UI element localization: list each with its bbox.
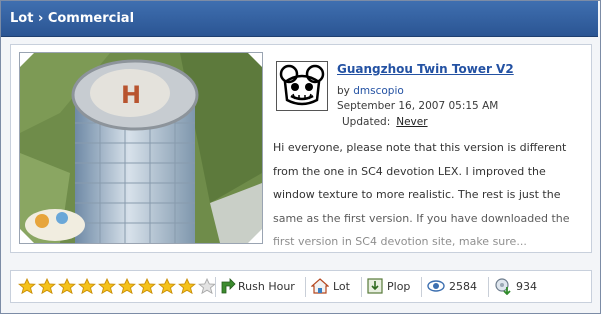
- author-link[interactable]: dmscopio: [353, 85, 404, 97]
- author-avatar[interactable]: [276, 61, 328, 111]
- rating-stars[interactable]: [18, 278, 218, 294]
- post-date: September 16, 2007 05:15 AM: [337, 100, 499, 112]
- updated-value[interactable]: Never: [396, 116, 427, 128]
- by-prefix: by: [337, 85, 350, 97]
- updated-line: Updated: Never: [342, 116, 428, 128]
- views-eye-icon: [427, 280, 445, 292]
- tower-screenshot: H: [20, 53, 262, 243]
- updated-label: Updated:: [342, 116, 391, 128]
- star-filled-icon[interactable]: [58, 278, 76, 294]
- star-filled-icon[interactable]: [118, 278, 136, 294]
- divider: [305, 277, 306, 297]
- star-filled-icon[interactable]: [138, 278, 156, 294]
- star-filled-icon[interactable]: [78, 278, 96, 294]
- lot-house-icon: [311, 278, 329, 294]
- item-thumbnail[interactable]: H: [19, 52, 263, 244]
- header-bar: Lot › Commercial: [1, 1, 598, 37]
- star-filled-icon[interactable]: [158, 278, 176, 294]
- category-rush-hour[interactable]: Rush Hour: [238, 279, 295, 295]
- divider: [361, 277, 362, 297]
- svg-text:H: H: [121, 81, 141, 109]
- star-filled-icon[interactable]: [178, 278, 196, 294]
- star-filled-icon[interactable]: [98, 278, 116, 294]
- view-count: 2584: [449, 280, 477, 293]
- item-footer: Rush Hour Lot Plop 2584 934: [10, 270, 592, 303]
- category-lot[interactable]: Lot: [333, 279, 350, 295]
- item-card: H Guangzhou Twin Tower V2 by dmscopio Se…: [10, 44, 592, 253]
- star-empty-icon[interactable]: [198, 278, 216, 294]
- breadcrumb[interactable]: Lot › Commercial: [10, 11, 134, 26]
- category-plop[interactable]: Plop: [387, 279, 410, 295]
- download-count: 934: [516, 280, 537, 293]
- plop-icon: [367, 278, 383, 294]
- byline: by dmscopio: [337, 85, 404, 97]
- divider: [488, 277, 489, 297]
- description-fade: [273, 200, 585, 252]
- star-filled-icon[interactable]: [38, 278, 56, 294]
- rush-hour-icon: [221, 278, 236, 294]
- star-filled-icon[interactable]: [18, 278, 36, 294]
- downloads-icon: [495, 278, 511, 295]
- bear-logo-icon: [279, 64, 325, 106]
- item-title-link[interactable]: Guangzhou Twin Tower V2: [337, 62, 514, 76]
- divider: [215, 277, 216, 297]
- divider: [421, 277, 422, 297]
